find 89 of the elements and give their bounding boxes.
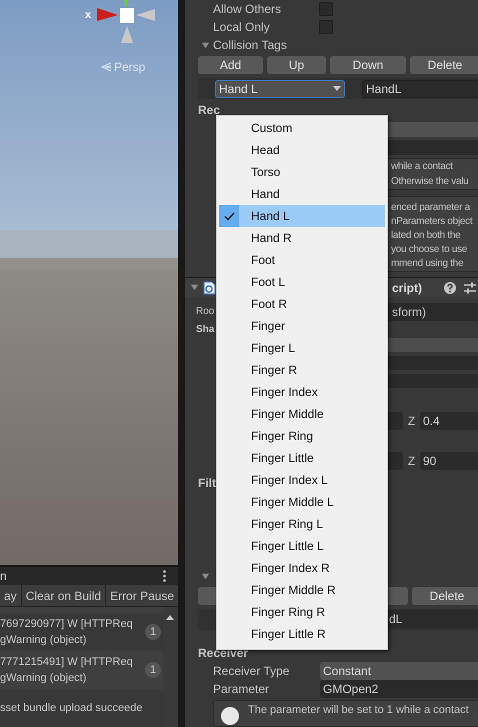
section-heading: Sha <box>196 323 214 338</box>
expanded-triangle-icon[interactable] <box>201 40 210 50</box>
caret-icon <box>333 86 341 92</box>
help-text: mmend using the <box>391 257 464 272</box>
menu-item[interactable]: Torso <box>219 161 385 183</box>
axis-label: Z <box>406 453 416 470</box>
menu-item[interactable]: Foot R <box>219 293 385 315</box>
log-count-badge: 1 <box>145 624 161 640</box>
perspective-icon <box>101 62 112 72</box>
help-text: lated on both the <box>391 229 462 244</box>
log-text: sset bundle upload succeede <box>0 701 142 716</box>
axis-label: Z <box>406 413 416 430</box>
menu-item[interactable]: Finger Little R <box>219 623 385 645</box>
checkmark-icon <box>224 212 234 220</box>
scroll-up-icon[interactable] <box>166 615 174 620</box>
menu-item[interactable]: Head <box>219 139 385 161</box>
settings-icon[interactable] <box>464 282 476 294</box>
menu-item[interactable]: Finger Ring <box>219 425 385 447</box>
menu-item[interactable]: Hand <box>219 183 385 205</box>
list-button[interactable]: Down <box>330 56 406 74</box>
text-field[interactable] <box>388 356 478 370</box>
menu-item[interactable]: Finger Middle R <box>219 579 385 601</box>
number-field[interactable] <box>388 412 403 430</box>
section-heading: Rec <box>198 102 220 120</box>
object-field[interactable]: sform) <box>388 302 478 321</box>
tag-dropdown[interactable]: Hand L <box>215 80 345 98</box>
log-text: 7697290977] W [HTTPReq <box>0 617 133 632</box>
help-icon[interactable] <box>444 282 456 294</box>
axis-label: x <box>85 8 92 23</box>
text-field[interactable] <box>388 140 478 156</box>
text-field[interactable]: GMOpen2 <box>320 680 478 698</box>
checkbox[interactable] <box>319 2 333 16</box>
list-button[interactable]: Delete <box>412 586 478 605</box>
list-button[interactable]: Up <box>267 56 326 74</box>
axis-gizmo-icon[interactable] <box>96 0 156 44</box>
list-button[interactable]: Delete <box>410 56 478 74</box>
more-options-icon[interactable] <box>163 570 166 582</box>
menu-item[interactable]: Finger Index <box>219 381 385 403</box>
section-heading: Filt <box>198 475 216 492</box>
log-text: gWarning (object) <box>0 671 88 686</box>
tag-input-field[interactable]: HandL <box>362 80 478 98</box>
menu-item[interactable]: Foot L <box>219 271 385 293</box>
menu-item[interactable]: Finger <box>219 315 385 337</box>
expanded-triangle-icon[interactable] <box>190 283 199 292</box>
number-field[interactable]: 90 <box>420 452 478 470</box>
menu-item[interactable]: Finger Index R <box>219 557 385 579</box>
menu-item[interactable]: Hand R <box>219 227 385 249</box>
menu-item[interactable]: Finger L <box>219 337 385 359</box>
text-field[interactable] <box>388 374 478 388</box>
help-text: The parameter will be set to 1 while a contact <box>248 703 469 718</box>
section-heading: Receiver <box>198 645 248 662</box>
info-icon <box>220 706 240 726</box>
menu-item[interactable]: Finger R <box>219 359 385 381</box>
help-text: Otherwise the valu <box>391 175 470 190</box>
menu-item[interactable]: Finger Little L <box>219 535 385 557</box>
toggle-label: Local Only <box>213 19 271 36</box>
component-title: cript) <box>392 280 422 297</box>
number-field[interactable]: 0.4 <box>420 412 478 430</box>
dropdown-field[interactable] <box>388 122 478 138</box>
help-text: nParameters object <box>391 215 474 230</box>
menu-item[interactable]: Finger Middle L <box>219 491 385 513</box>
menu-item[interactable]: Finger Ring L <box>219 513 385 535</box>
help-text: you choose to use <box>391 243 468 258</box>
log-text: gWarning (object) <box>0 633 88 648</box>
menu-item[interactable]: Finger Index L <box>219 469 385 491</box>
console-tab-title[interactable]: n <box>0 567 7 585</box>
checkbox[interactable] <box>319 20 333 34</box>
field-label: Receiver Type <box>213 663 290 680</box>
foldout-label[interactable]: Collision Tags <box>213 36 287 54</box>
tag-input-field[interactable]: dL <box>388 610 478 628</box>
list-button[interactable]: Add <box>198 56 263 74</box>
help-text: while a contact <box>391 160 454 174</box>
menu-item[interactable]: Finger Middle <box>219 403 385 425</box>
list-button[interactable] <box>198 586 218 605</box>
log-count-badge: 1 <box>145 662 161 678</box>
log-entry[interactable]: 7771215491] W [HTTPReq gWarning (object) 1 <box>0 651 163 689</box>
number-field[interactable] <box>388 452 403 470</box>
menu-item[interactable]: Foot <box>219 249 385 271</box>
menu-item[interactable]: Custom <box>219 117 385 139</box>
field-label: Parameter <box>213 681 270 698</box>
dropdown-field[interactable] <box>388 338 478 352</box>
dropdown-field[interactable]: Constant <box>320 662 478 680</box>
menu-item[interactable]: Hand L <box>219 205 385 227</box>
menu-item[interactable]: Finger Ring R <box>219 601 385 623</box>
toggle-label: Allow Others <box>213 1 282 18</box>
expanded-triangle-icon[interactable] <box>201 572 210 582</box>
log-text: 7771215491] W [HTTPReq <box>0 655 133 670</box>
menu-item[interactable]: Finger Little <box>219 447 385 469</box>
help-text: enced parameter a <box>391 201 472 216</box>
